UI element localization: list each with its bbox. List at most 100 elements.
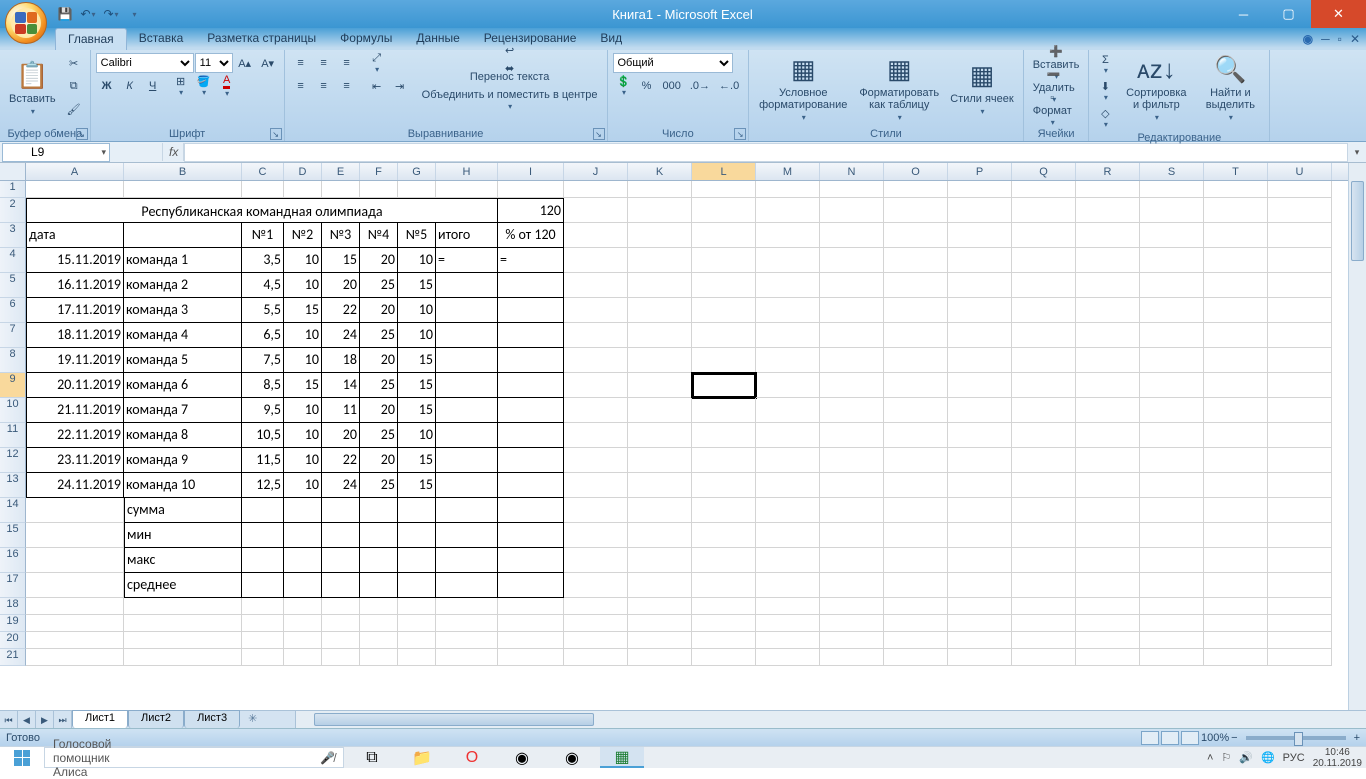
cell[interactable]: 12,5 bbox=[242, 473, 284, 498]
cell[interactable] bbox=[1204, 649, 1268, 666]
cell[interactable] bbox=[284, 649, 322, 666]
cell[interactable]: среднее bbox=[124, 573, 242, 598]
cell[interactable] bbox=[322, 649, 360, 666]
cell[interactable] bbox=[498, 398, 564, 423]
col-header-D[interactable]: D bbox=[284, 163, 322, 180]
cell[interactable] bbox=[820, 273, 884, 298]
cell[interactable]: 11 bbox=[322, 398, 360, 423]
fill-icon[interactable]: ⬇▾ bbox=[1094, 78, 1116, 104]
cell[interactable]: 10 bbox=[398, 248, 436, 273]
col-header-B[interactable]: B bbox=[124, 163, 242, 180]
cell[interactable] bbox=[436, 473, 498, 498]
cell[interactable] bbox=[284, 598, 322, 615]
cell[interactable]: №3 bbox=[322, 223, 360, 248]
tab-data[interactable]: Данные bbox=[404, 28, 471, 50]
cell[interactable] bbox=[628, 323, 692, 348]
cell[interactable]: 23.11.2019 bbox=[26, 448, 124, 473]
cell[interactable] bbox=[1204, 448, 1268, 473]
cell[interactable] bbox=[1268, 223, 1332, 248]
cell[interactable] bbox=[756, 448, 820, 473]
format-as-table-button[interactable]: ▦Форматировать как таблицу▾ bbox=[855, 52, 943, 124]
cell[interactable] bbox=[242, 632, 284, 649]
cell[interactable] bbox=[1268, 181, 1332, 198]
cell[interactable] bbox=[1268, 348, 1332, 373]
start-button[interactable] bbox=[0, 747, 44, 768]
chrome-icon-2[interactable]: ◉ bbox=[550, 747, 594, 768]
cell[interactable] bbox=[820, 473, 884, 498]
cell[interactable]: 18 bbox=[322, 348, 360, 373]
cell[interactable] bbox=[564, 573, 628, 598]
cell[interactable] bbox=[1140, 632, 1204, 649]
cell[interactable] bbox=[242, 573, 284, 598]
cell-styles-button[interactable]: ▦Стили ячеек▾ bbox=[946, 52, 1017, 124]
font-color-icon[interactable]: A▾ bbox=[216, 72, 238, 100]
help-icon[interactable]: ◉ bbox=[1303, 32, 1313, 46]
cell[interactable]: дата bbox=[26, 223, 124, 248]
dialog-launcher-icon[interactable]: ↘ bbox=[270, 128, 282, 140]
row-header[interactable]: 1 bbox=[0, 181, 26, 198]
cell[interactable] bbox=[1076, 632, 1140, 649]
cell[interactable]: 20 bbox=[360, 348, 398, 373]
align-bottom-icon[interactable]: ≡ bbox=[336, 52, 358, 74]
cell[interactable] bbox=[498, 632, 564, 649]
cell[interactable] bbox=[756, 248, 820, 273]
cell[interactable] bbox=[820, 181, 884, 198]
col-header-G[interactable]: G bbox=[398, 163, 436, 180]
dialog-launcher-icon[interactable]: ↘ bbox=[734, 128, 746, 140]
dialog-launcher-icon[interactable]: ↘ bbox=[76, 128, 88, 140]
cell[interactable] bbox=[884, 373, 948, 398]
cell[interactable] bbox=[498, 598, 564, 615]
cell[interactable] bbox=[1076, 523, 1140, 548]
cell[interactable]: №4 bbox=[360, 223, 398, 248]
col-header-J[interactable]: J bbox=[564, 163, 628, 180]
cell[interactable] bbox=[564, 273, 628, 298]
cell[interactable] bbox=[1076, 398, 1140, 423]
cell[interactable] bbox=[1204, 473, 1268, 498]
cell[interactable] bbox=[948, 198, 1012, 223]
cell[interactable] bbox=[948, 223, 1012, 248]
cell[interactable]: 14 bbox=[322, 373, 360, 398]
italic-button[interactable]: К bbox=[119, 75, 141, 97]
cell[interactable] bbox=[564, 398, 628, 423]
cell[interactable]: 20 bbox=[360, 248, 398, 273]
cell[interactable] bbox=[398, 632, 436, 649]
tab-review[interactable]: Рецензирование bbox=[472, 28, 589, 50]
row-header[interactable]: 7 bbox=[0, 323, 26, 348]
cell[interactable] bbox=[26, 523, 124, 548]
cell[interactable] bbox=[498, 573, 564, 598]
cell[interactable] bbox=[692, 198, 756, 223]
cell[interactable] bbox=[692, 523, 756, 548]
cell[interactable]: 15 bbox=[284, 373, 322, 398]
cell[interactable] bbox=[1140, 498, 1204, 523]
cell[interactable] bbox=[628, 248, 692, 273]
cell[interactable] bbox=[884, 398, 948, 423]
cell[interactable] bbox=[756, 223, 820, 248]
cell[interactable] bbox=[1140, 423, 1204, 448]
cell[interactable] bbox=[820, 448, 884, 473]
cell[interactable]: 15.11.2019 bbox=[26, 248, 124, 273]
col-header-K[interactable]: K bbox=[628, 163, 692, 180]
cell[interactable] bbox=[1268, 498, 1332, 523]
cell[interactable] bbox=[498, 615, 564, 632]
cell[interactable] bbox=[498, 548, 564, 573]
cell[interactable]: 25 bbox=[360, 473, 398, 498]
cell[interactable] bbox=[1012, 298, 1076, 323]
cell[interactable] bbox=[436, 548, 498, 573]
cell[interactable] bbox=[884, 649, 948, 666]
cell[interactable] bbox=[884, 598, 948, 615]
cell[interactable] bbox=[948, 273, 1012, 298]
cell[interactable] bbox=[820, 223, 884, 248]
cell[interactable] bbox=[398, 523, 436, 548]
cell[interactable] bbox=[360, 598, 398, 615]
next-sheet-icon[interactable]: ▶ bbox=[36, 711, 54, 728]
col-header-P[interactable]: P bbox=[948, 163, 1012, 180]
cell[interactable] bbox=[26, 548, 124, 573]
cell[interactable] bbox=[756, 373, 820, 398]
col-header-A[interactable]: A bbox=[26, 163, 124, 180]
cell[interactable] bbox=[498, 181, 564, 198]
cell[interactable] bbox=[628, 298, 692, 323]
cell[interactable] bbox=[284, 573, 322, 598]
cell[interactable] bbox=[1076, 448, 1140, 473]
cell[interactable] bbox=[436, 273, 498, 298]
cell[interactable] bbox=[756, 632, 820, 649]
